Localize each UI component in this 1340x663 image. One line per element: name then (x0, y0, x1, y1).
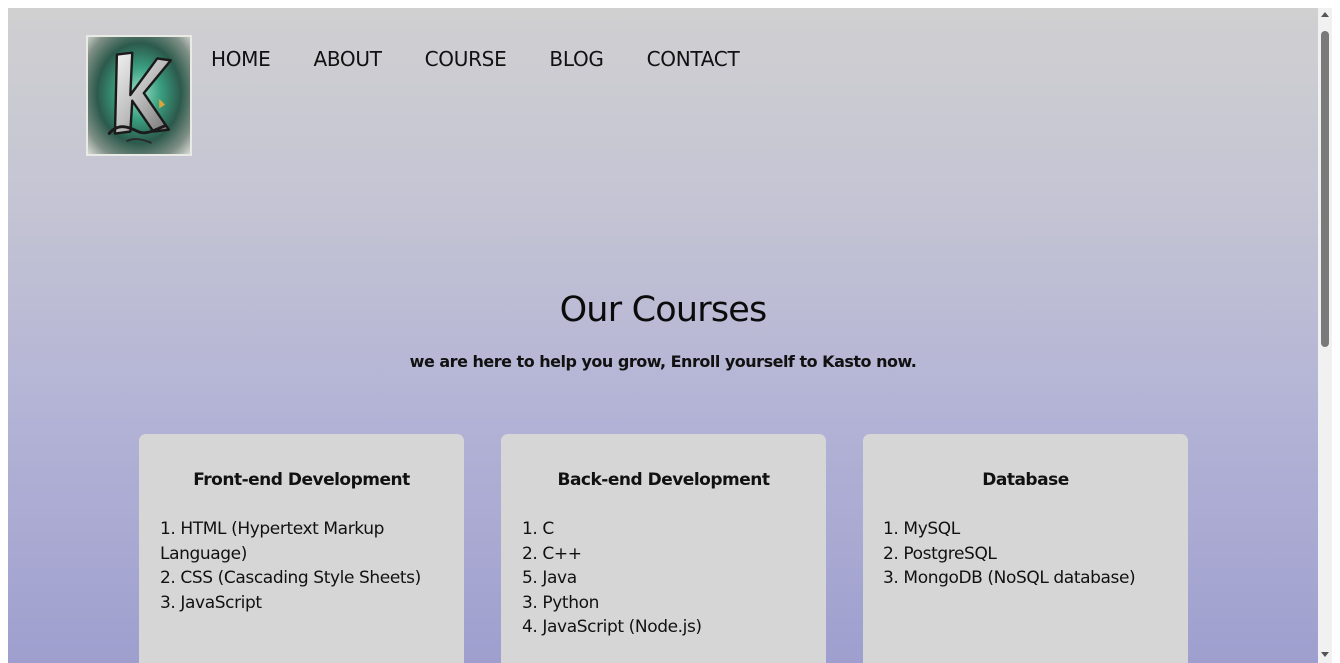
vertical-scrollbar[interactable] (1318, 8, 1332, 663)
kasto-logo-icon (107, 51, 172, 144)
course-list-item: 4. JavaScript (Node.js) (522, 617, 702, 637)
scroll-down-arrow-icon[interactable] (1321, 652, 1329, 657)
course-list-item: 2. PostgreSQL (883, 543, 997, 564)
course-card-database: Database 1. MySQL 2. PostgreSQL 3. Mongo… (863, 434, 1188, 663)
course-list: 1. MySQL 2. PostgreSQL 3. MongoDB (NoSQL… (883, 517, 1173, 591)
nav-blog-link[interactable]: BLOG (549, 45, 604, 73)
course-list-item: 3. JavaScript (160, 592, 262, 613)
course-list-item: 1. MySQL (883, 519, 960, 539)
course-card-title: Database (982, 470, 1069, 490)
main-nav: HOME ABOUT COURSE BLOG CONTACT (211, 45, 740, 73)
course-list: 1. C 2. C++ 5. Java 3. Python 4. JavaScr… (522, 517, 812, 640)
course-card-backend: Back-end Development 1. C 2. C++ 5. Java… (501, 434, 826, 663)
course-list-item: 2. C++ (522, 543, 582, 564)
kasto-logo[interactable] (86, 35, 192, 156)
course-list-item: 1. HTML (Hypertext Markup Language) (160, 519, 384, 564)
course-card-title: Front-end Development (193, 470, 410, 490)
course-list-item: 1. C (522, 519, 554, 539)
course-list-item: 3. MongoDB (NoSQL database) (883, 568, 1136, 588)
scroll-up-arrow-icon[interactable] (1321, 12, 1329, 17)
course-list-item: 3. Python (522, 592, 599, 613)
course-list: 1. HTML (Hypertext Markup Language) 2. C… (160, 517, 450, 615)
nav-contact-link[interactable]: CONTACT (647, 45, 740, 73)
nav-home-link[interactable]: HOME (211, 45, 271, 73)
course-card-frontend: Front-end Development 1. HTML (Hypertext… (139, 434, 464, 663)
page-viewport: HOME ABOUT COURSE BLOG CONTACT Our Cours… (8, 8, 1318, 663)
nav-course-link[interactable]: COURSE (425, 45, 507, 73)
page-title: Our Courses (559, 290, 768, 330)
course-list-item: 5. Java (522, 568, 577, 588)
page-subtitle: we are here to help you grow, Enroll you… (409, 352, 917, 371)
scrollbar-thumb[interactable] (1321, 31, 1329, 347)
course-card-title: Back-end Development (557, 470, 771, 490)
nav-about-link[interactable]: ABOUT (313, 45, 381, 73)
course-list-item: 2. CSS (Cascading Style Sheets) (160, 568, 421, 588)
